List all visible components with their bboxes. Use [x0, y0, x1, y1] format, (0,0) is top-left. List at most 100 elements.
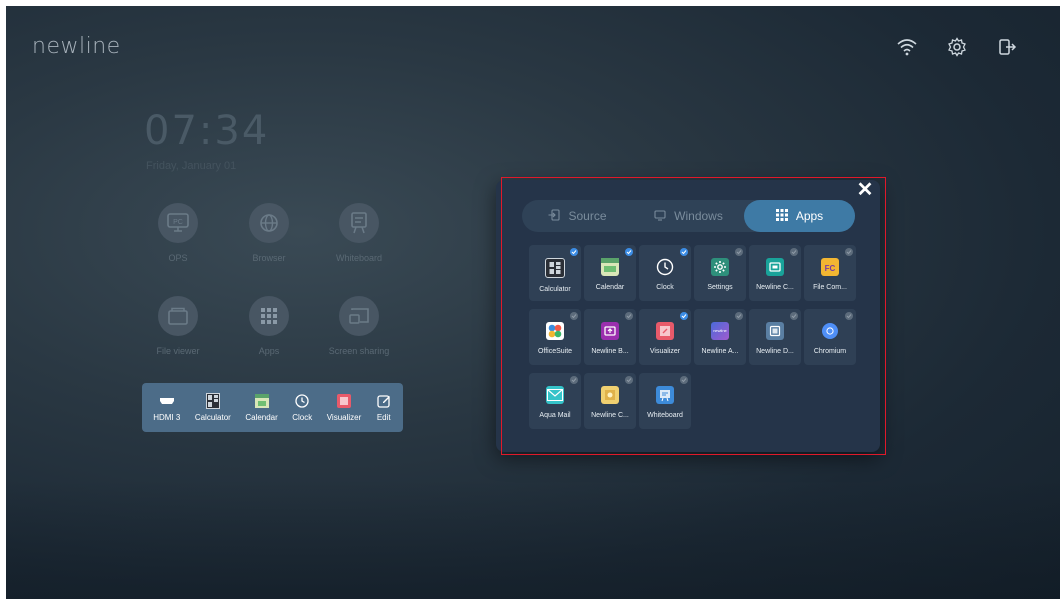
home-clock: 07:34: [144, 108, 270, 154]
calculator-icon: [205, 393, 221, 409]
monitor-icon: [654, 209, 666, 224]
dock-item-hdmi[interactable]: HDMI 3: [153, 393, 180, 422]
visualizer-icon: [656, 322, 674, 340]
app-file-commander[interactable]: FC File Com...: [804, 245, 856, 301]
file-commander-icon: FC: [821, 258, 839, 276]
app-label: Newline D...: [756, 348, 794, 355]
newline-assistant-icon: newline: [711, 322, 729, 340]
officesuite-icon: [546, 322, 564, 340]
app-officesuite[interactable]: OfficeSuite: [529, 309, 581, 365]
dock-label: Calculator: [194, 413, 231, 422]
app-label: Clock: [656, 284, 674, 291]
app-chromium[interactable]: Chromium: [804, 309, 856, 365]
tile-label: Whiteboard: [335, 253, 383, 263]
cast-icon: [339, 296, 379, 336]
check-icon[interactable]: [790, 312, 798, 320]
app-newline-display[interactable]: Newline D...: [749, 309, 801, 365]
tab-label: Windows: [674, 209, 723, 223]
check-icon[interactable]: [625, 248, 633, 256]
gear-icon[interactable]: [944, 34, 970, 60]
tab-source[interactable]: Source: [522, 200, 633, 232]
app-label: OfficeSuite: [537, 348, 573, 355]
top-icon-bar: [894, 34, 1020, 60]
calendar-icon: [254, 393, 270, 409]
source-icon: [548, 208, 561, 224]
hdmi-icon: [159, 393, 175, 409]
check-icon[interactable]: [735, 312, 743, 320]
tile-browser[interactable]: Browser: [229, 203, 309, 263]
tile-apps[interactable]: Apps: [229, 296, 309, 356]
tile-label: Apps: [258, 346, 280, 356]
apps-icon: [775, 208, 788, 224]
app-clock[interactable]: Clock: [639, 245, 691, 301]
app-whiteboard[interactable]: Whiteboard: [639, 373, 691, 429]
app-label: Calendar: [595, 284, 625, 291]
newline-display-icon: [766, 322, 784, 340]
tile-label: OPS: [168, 253, 188, 263]
newline-logo: newline: [32, 34, 121, 59]
svg-text:PC: PC: [173, 219, 183, 226]
app-newline-cast[interactable]: Newline C...: [749, 245, 801, 301]
apps-grid: Calculator Calendar Clock Settings Newli…: [529, 245, 856, 429]
tile-ops[interactable]: PC OPS: [138, 203, 218, 263]
check-icon[interactable]: [680, 376, 688, 384]
tile-whiteboard[interactable]: Whiteboard: [319, 203, 399, 263]
dock-item-calculator[interactable]: Calculator: [195, 393, 231, 422]
app-label: Chromium: [813, 348, 847, 355]
app-visualizer[interactable]: Visualizer: [639, 309, 691, 365]
check-icon[interactable]: [680, 248, 688, 256]
app-settings[interactable]: Settings: [694, 245, 746, 301]
dock-item-clock[interactable]: Clock: [292, 393, 312, 422]
tile-file-viewer[interactable]: File viewer: [138, 296, 218, 356]
edit-icon: [376, 393, 392, 409]
app-newline-capture[interactable]: Newline C...: [584, 373, 636, 429]
dock-label: Edit: [376, 413, 391, 422]
app-calculator[interactable]: Calculator: [529, 245, 581, 301]
tab-apps[interactable]: Apps: [744, 200, 855, 232]
panel-tabs: Source Windows Apps: [522, 200, 855, 232]
app-label: Visualizer: [649, 348, 681, 355]
check-icon[interactable]: [570, 312, 578, 320]
settings-icon: [711, 258, 729, 276]
tab-label: Apps: [795, 209, 824, 223]
check-icon[interactable]: [625, 312, 633, 320]
dock-label: Calendar: [245, 413, 278, 422]
app-calendar[interactable]: Calendar: [584, 245, 636, 301]
check-icon[interactable]: [680, 312, 688, 320]
dock-item-edit[interactable]: Edit: [376, 393, 392, 422]
check-icon[interactable]: [845, 312, 853, 320]
tab-label: Source: [568, 209, 607, 223]
app-label: Whiteboard: [647, 412, 683, 419]
dock-item-visualizer[interactable]: Visualizer: [327, 393, 361, 422]
app-label: File Com...: [813, 284, 847, 291]
svg-text:newline: newline: [713, 328, 727, 333]
home-date: Friday, January 01: [146, 160, 237, 172]
app-newline-assistant[interactable]: newline Newline A...: [694, 309, 746, 365]
tile-screen-sharing[interactable]: Screen sharing: [319, 296, 399, 356]
newline-capture-icon: [601, 386, 619, 404]
close-button[interactable]: ✕: [856, 180, 874, 200]
tab-windows[interactable]: Windows: [633, 200, 744, 232]
app-newline-broadcast[interactable]: Newline B...: [584, 309, 636, 365]
quick-dock: HDMI 3 Calculator Calendar Clock Visuali…: [142, 383, 403, 432]
newline-broadcast-icon: [601, 322, 619, 340]
wifi-icon[interactable]: [894, 34, 920, 60]
dock-label: Clock: [292, 413, 313, 422]
app-label: Settings: [707, 284, 733, 291]
check-icon[interactable]: [790, 248, 798, 256]
dock-item-calendar[interactable]: Calendar: [245, 393, 278, 422]
clock-icon: [294, 393, 310, 409]
check-icon[interactable]: [625, 376, 633, 384]
app-aqua-mail[interactable]: Aqua Mail: [529, 373, 581, 429]
app-label: Newline B...: [591, 348, 629, 355]
check-icon[interactable]: [845, 248, 853, 256]
exit-icon[interactable]: [994, 34, 1020, 60]
newline-cast-icon: [766, 258, 784, 276]
check-icon[interactable]: [735, 248, 743, 256]
whiteboard-icon: [656, 386, 674, 404]
check-icon[interactable]: [570, 376, 578, 384]
chromium-icon: [821, 322, 839, 340]
globe-icon: [249, 203, 289, 243]
app-label: Aqua Mail: [539, 412, 571, 419]
check-icon[interactable]: [570, 248, 578, 256]
